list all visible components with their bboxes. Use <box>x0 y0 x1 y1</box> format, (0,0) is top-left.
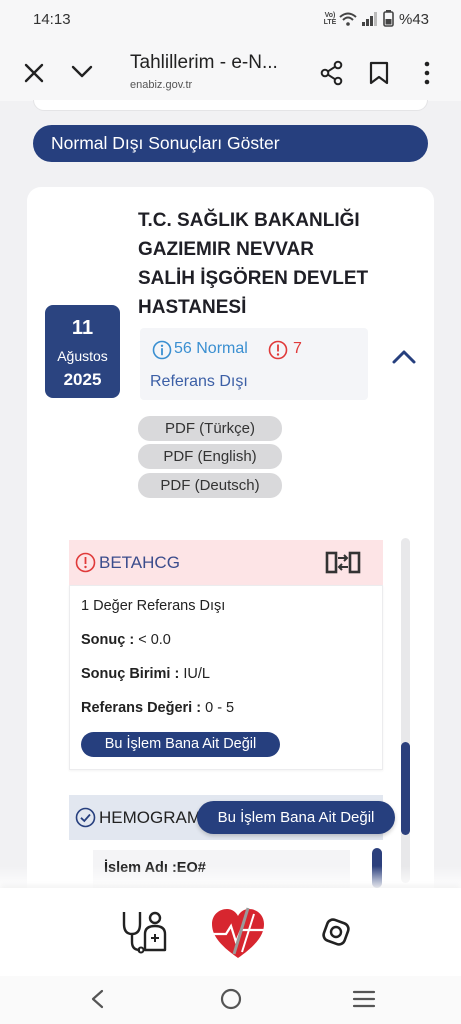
field-label: Referans Değeri : <box>81 700 202 716</box>
result-field: Sonuç : < 0.0 <box>81 632 171 648</box>
info-icon <box>152 340 172 360</box>
hospital-name: T.C. SAĞLIK BAKANLIĞI GAZIEMIR NEVVAR SA… <box>138 206 368 322</box>
check-circle-icon <box>75 807 96 828</box>
enabiz-heart-logo-icon[interactable] <box>208 904 268 962</box>
share-icon[interactable] <box>319 60 345 86</box>
browser-title: Tahlillerim - e-N... <box>130 52 278 73</box>
network-label-bottom: LTE <box>323 19 337 26</box>
result-test-name: BETAHCG <box>99 553 180 572</box>
results-scrollbar-thumb[interactable] <box>401 742 410 835</box>
kebab-menu-icon[interactable] <box>423 61 431 85</box>
hospital-name-line: GAZIEMIR NEVVAR <box>138 239 314 260</box>
battery-icon <box>383 10 394 27</box>
result-field: Referans Değeri : 0 - 5 <box>81 700 234 716</box>
network-label-top: Vo) <box>324 12 336 19</box>
field-value: 0 - 5 <box>201 700 235 716</box>
show-abnormal-results-button[interactable]: Normal Dışı Sonuçları Göster <box>33 125 428 162</box>
browser-url: enabiz.gov.tr <box>130 79 193 91</box>
out-of-range-note: 1 Değer Referans Dışı <box>81 598 226 614</box>
camera-lens-icon[interactable] <box>320 916 352 948</box>
field-value: < 0.0 <box>134 632 171 648</box>
date-year: 2025 <box>63 370 102 389</box>
chevron-down-icon[interactable] <box>70 63 94 81</box>
signal-icon <box>362 12 377 26</box>
previous-card-edge <box>33 100 428 111</box>
hospital-name-line: SALİH İŞGÖREN DEVLET <box>138 268 369 289</box>
compare-icon[interactable] <box>325 550 361 575</box>
date-badge: 11 Ağustos 2025 <box>45 305 120 398</box>
field-value: IU/L <box>179 666 210 682</box>
scroll-fade <box>0 866 461 890</box>
field-label: Sonuç : <box>81 632 135 648</box>
pdf-german-button[interactable]: PDF (Deutsch) <box>138 473 282 498</box>
pdf-turkish-button[interactable]: PDF (Türkçe) <box>138 416 282 441</box>
date-day: 11 <box>71 317 94 339</box>
date-month: Ağustos <box>57 348 108 364</box>
volte-icon: Vo) LTE <box>323 12 337 26</box>
result-field: Sonuç Birimi : IU/L <box>81 666 210 682</box>
not-mine-button[interactable]: Bu İşlem Bana Ait Değil <box>81 732 280 757</box>
hospital-name-line: T.C. SAĞLIK BAKANLIĞI <box>138 210 360 231</box>
alert-icon <box>268 340 288 360</box>
not-mine-button[interactable]: Bu İşlem Bana Ait Değil <box>197 801 395 834</box>
back-icon[interactable] <box>88 988 108 1010</box>
chevron-up-icon[interactable] <box>391 347 417 365</box>
abnormal-count: 7 <box>293 340 302 357</box>
close-icon[interactable] <box>23 62 45 84</box>
status-time: 14:13 <box>33 11 71 28</box>
field-label: Sonuç Birimi : <box>81 666 180 682</box>
wifi-icon <box>339 12 357 26</box>
hospital-name-line: HASTANESİ <box>138 297 247 318</box>
recent-apps-icon[interactable] <box>352 989 376 1009</box>
abnormal-label: Referans Dışı <box>150 373 248 390</box>
alert-icon <box>75 552 96 573</box>
bookmark-icon[interactable] <box>369 61 389 85</box>
result-test-name: HEMOGRAM <box>99 808 201 827</box>
doctor-icon[interactable] <box>120 908 168 956</box>
battery-percent: %43 <box>399 11 430 28</box>
home-icon[interactable] <box>219 987 243 1011</box>
normal-count: 56 Normal <box>174 340 248 357</box>
pdf-english-button[interactable]: PDF (English) <box>138 444 282 469</box>
